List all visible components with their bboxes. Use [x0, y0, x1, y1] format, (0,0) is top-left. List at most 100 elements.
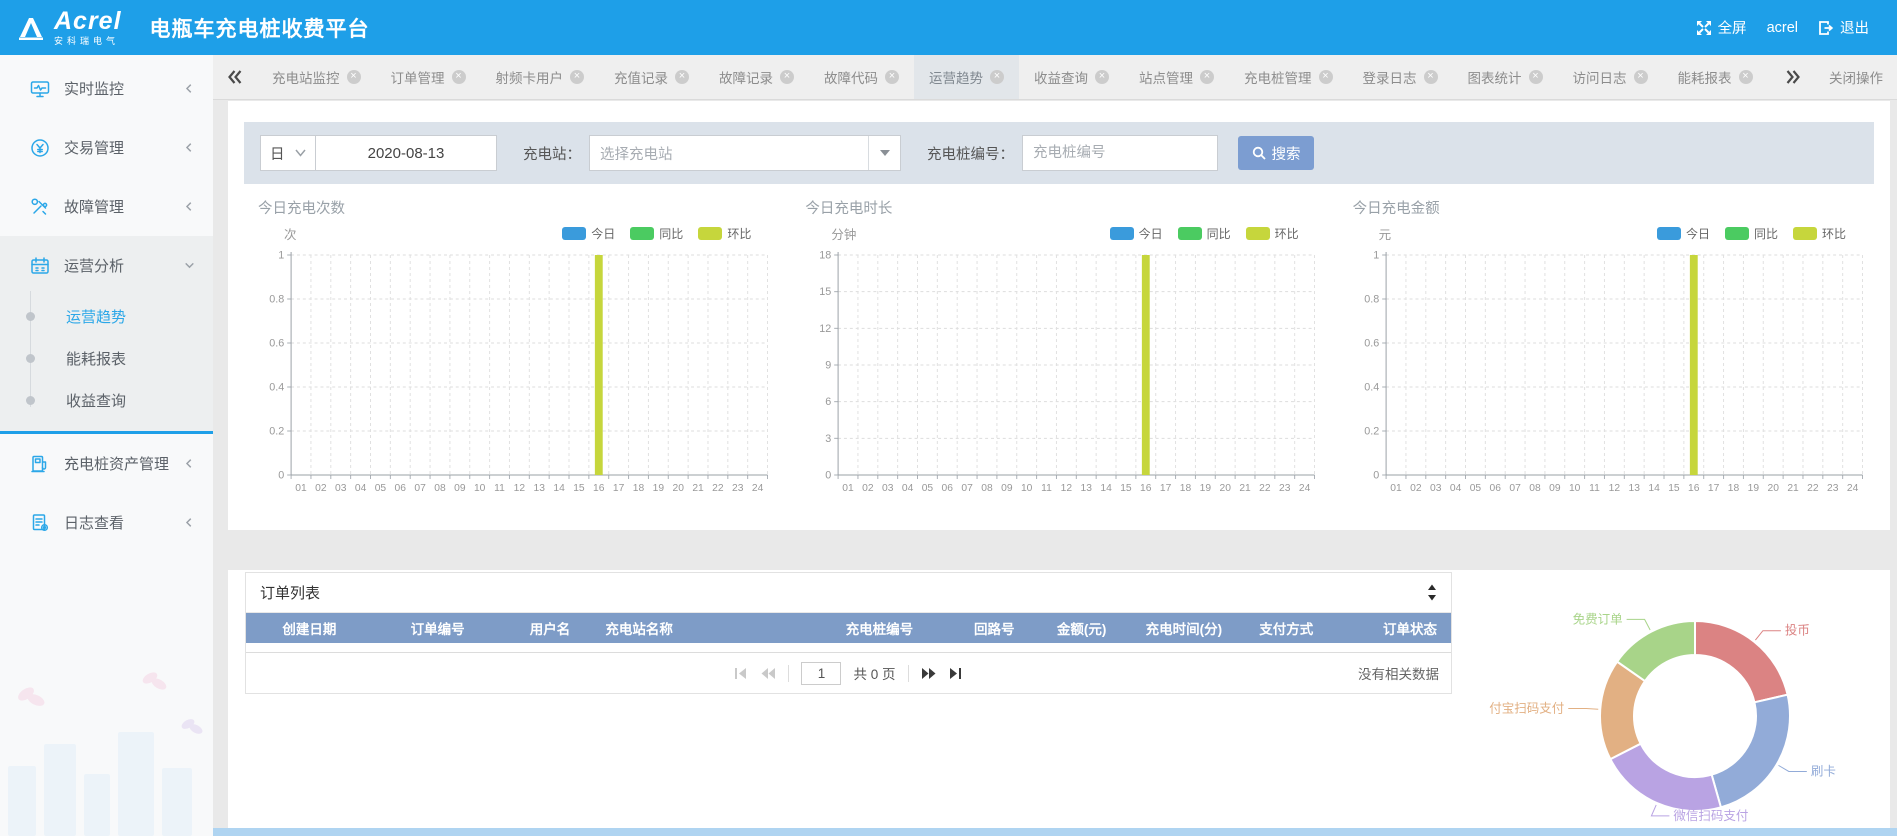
- sidebar-subitem-收益查询[interactable]: 收益查询: [0, 379, 213, 421]
- tab-close-icon[interactable]: [1424, 70, 1438, 84]
- tab-close-icon[interactable]: [1739, 70, 1753, 84]
- panel-collapse-button[interactable]: [1427, 584, 1437, 601]
- bottom-strip-decoration: [213, 828, 1897, 836]
- fullscreen-button[interactable]: 全屏: [1696, 17, 1747, 38]
- svg-text:17: 17: [1708, 483, 1720, 494]
- legend-item-环比[interactable]: 环比: [698, 225, 751, 242]
- column-header-回路号: 回路号: [952, 618, 1037, 638]
- legend-swatch: [1246, 227, 1270, 240]
- sidebar-item-日志查看[interactable]: 日志查看: [0, 493, 213, 552]
- tab-订单管理[interactable]: 订单管理: [376, 55, 481, 99]
- close-operations-menu[interactable]: 关闭操作: [1815, 55, 1897, 99]
- bullet-dot-icon: [26, 396, 35, 405]
- pile-number-input[interactable]: [1022, 135, 1218, 171]
- sidebar-item-交易管理[interactable]: 交易管理: [0, 118, 213, 177]
- pile-number-label: 充电桩编号：: [927, 143, 1014, 164]
- tab-close-icon[interactable]: [1529, 70, 1543, 84]
- search-button[interactable]: 搜索: [1238, 136, 1314, 170]
- tab-close-icon[interactable]: [1319, 70, 1333, 84]
- tab-close-icon[interactable]: [780, 70, 794, 84]
- daily-charge-count-chart: 今日充电次数次今日同比环比00.20.40.60.810102030405060…: [238, 197, 785, 507]
- svg-text:21: 21: [1787, 483, 1799, 494]
- legend-item-今日[interactable]: 今日: [1657, 225, 1710, 242]
- svg-text:9: 9: [826, 359, 832, 371]
- tab-close-icon[interactable]: [990, 70, 1004, 84]
- sidebar-item-故障管理[interactable]: 故障管理: [0, 177, 213, 236]
- tab-运营趋势[interactable]: 运营趋势: [914, 55, 1019, 99]
- tab-能耗报表[interactable]: 能耗报表: [1663, 55, 1768, 99]
- logout-button[interactable]: 退出: [1818, 17, 1869, 38]
- tab-充电站监控[interactable]: 充电站监控: [257, 55, 376, 99]
- tab-close-icon[interactable]: [347, 70, 361, 84]
- sidebar-subitem-运营趋势[interactable]: 运营趋势: [0, 295, 213, 337]
- svg-text:02: 02: [315, 483, 327, 494]
- svg-text:24: 24: [1847, 483, 1859, 494]
- daily-charge-amount-chart: 今日充电金额元今日同比环比00.20.40.60.810102030405060…: [1333, 197, 1880, 507]
- previous-page-button[interactable]: [760, 667, 776, 680]
- sidebar-subitem-能耗报表[interactable]: 能耗报表: [0, 337, 213, 379]
- tab-访问日志[interactable]: 访问日志: [1558, 55, 1663, 99]
- svg-text:17: 17: [1160, 483, 1172, 494]
- tab-登录日志[interactable]: 登录日志: [1348, 55, 1453, 99]
- tabs-scroll-left-button[interactable]: [213, 55, 257, 99]
- date-input[interactable]: [315, 135, 497, 171]
- tab-close-icon[interactable]: [675, 70, 689, 84]
- tab-故障代码[interactable]: 故障代码: [809, 55, 914, 99]
- legend-item-今日[interactable]: 今日: [562, 225, 615, 242]
- tab-close-icon[interactable]: [1200, 70, 1214, 84]
- tabs-scroll-right-button[interactable]: [1771, 55, 1815, 99]
- chart-unit-label: 次: [284, 224, 297, 243]
- tab-close-icon[interactable]: [452, 70, 466, 84]
- svg-text:0.8: 0.8: [269, 293, 284, 305]
- legend-item-同比[interactable]: 同比: [1178, 225, 1231, 242]
- svg-text:12: 12: [820, 323, 832, 335]
- donut-slice-微信扫码支付[interactable]: [1610, 744, 1721, 811]
- tab-图表统计[interactable]: 图表统计: [1453, 55, 1558, 99]
- svg-text:1: 1: [1373, 249, 1379, 261]
- legend-item-同比[interactable]: 同比: [1725, 225, 1778, 242]
- tab-close-icon[interactable]: [1634, 70, 1648, 84]
- svg-text:0.8: 0.8: [1364, 293, 1379, 305]
- sidebar-item-充电桩资产管理[interactable]: 充电桩资产管理: [0, 434, 213, 493]
- username[interactable]: acrel: [1767, 20, 1798, 36]
- svg-text:0.6: 0.6: [1364, 337, 1379, 349]
- sidebar-item-实时监控[interactable]: 实时监控: [0, 59, 213, 118]
- svg-text:0.6: 0.6: [269, 337, 284, 349]
- next-page-button[interactable]: [921, 667, 937, 680]
- svg-text:19: 19: [653, 483, 665, 494]
- tab-充值记录[interactable]: 充值记录: [599, 55, 704, 99]
- last-page-button[interactable]: [949, 667, 963, 680]
- main-content: 日 充电站： 选择充电站 充电桩编号： 搜索 今日充电次数次今日同比环比: [213, 100, 1897, 836]
- donut-slice-刷卡[interactable]: [1712, 695, 1790, 808]
- first-page-button[interactable]: [734, 667, 748, 680]
- tab-label: 登录日志: [1363, 67, 1417, 87]
- collapse-arrows-icon: [1427, 584, 1437, 601]
- legend-item-今日[interactable]: 今日: [1110, 225, 1163, 242]
- legend-item-同比[interactable]: 同比: [630, 225, 683, 242]
- sidebar-item-运营分析[interactable]: 运营分析: [0, 236, 213, 295]
- tab-close-icon[interactable]: [570, 70, 584, 84]
- page-number-input[interactable]: [801, 662, 841, 685]
- sidebar-submenu: 运营趋势能耗报表收益查询: [0, 295, 213, 421]
- legend-item-环比[interactable]: 环比: [1246, 225, 1299, 242]
- donut-label-免费订单: 免费订单: [1573, 611, 1623, 626]
- tab-充电桩管理[interactable]: 充电桩管理: [1229, 55, 1348, 99]
- legend-item-环比[interactable]: 环比: [1793, 225, 1846, 242]
- svg-text:15: 15: [573, 483, 585, 494]
- tab-射频卡用户[interactable]: 射频卡用户: [481, 55, 600, 99]
- svg-text:18: 18: [633, 483, 645, 494]
- pager-divider: [788, 665, 789, 682]
- chart-meta-row: 元今日同比环比: [1341, 221, 1872, 245]
- tab-站点管理[interactable]: 站点管理: [1124, 55, 1229, 99]
- legend-label: 同比: [1207, 225, 1231, 242]
- period-select[interactable]: 日: [260, 135, 316, 171]
- tab-close-icon[interactable]: [885, 70, 899, 84]
- donut-slice-投币[interactable]: [1695, 621, 1788, 702]
- tab-bar: 充电站监控订单管理射频卡用户充值记录故障记录故障代码运营趋势收益查询站点管理充电…: [213, 55, 1897, 100]
- station-select[interactable]: 选择充电站: [589, 135, 901, 171]
- tab-故障记录[interactable]: 故障记录: [704, 55, 809, 99]
- tab-收益查询[interactable]: 收益查询: [1019, 55, 1124, 99]
- logo-subtitle: 安科瑞电气: [54, 34, 122, 47]
- svg-text:04: 04: [902, 483, 914, 494]
- tab-close-icon[interactable]: [1095, 70, 1109, 84]
